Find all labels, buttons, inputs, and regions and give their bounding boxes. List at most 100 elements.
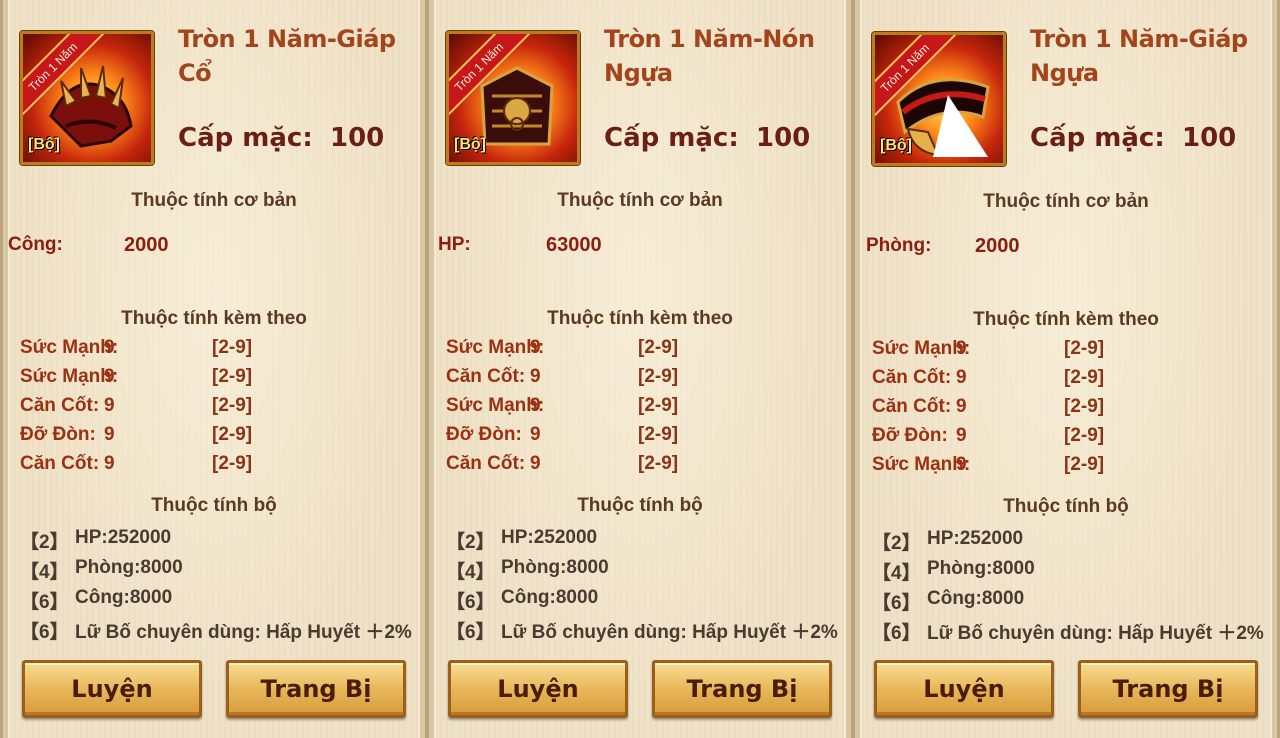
base-attributes-heading: Thuộc tính cơ bản: [131, 190, 297, 211]
set-tag: [Bộ]: [454, 136, 486, 153]
attribute-range: [2-9]: [212, 424, 253, 445]
attribute-range: [2-9]: [1064, 396, 1105, 417]
attribute-name: Đỡ Đòn:: [872, 425, 948, 446]
set-bonus-count: 【6】: [446, 622, 495, 643]
item-card-1: Tròn 1 Năm [Bộ] Tròn 1 Năm-Giáp Cổ Cấp m…: [0, 0, 428, 738]
horse-helmet-icon[interactable]: Tròn 1 Năm [Bộ]: [446, 31, 580, 165]
base-attribute-value: 63000: [546, 234, 602, 256]
set-bonus-text: Công:8000: [75, 587, 173, 608]
required-level-label: Cấp mặc:: [604, 123, 739, 153]
attribute-value: 9: [530, 337, 541, 358]
refine-button[interactable]: Luyện: [874, 660, 1054, 718]
set-attributes-heading: Thuộc tính bộ: [577, 495, 703, 516]
attribute-value: 9: [956, 425, 967, 446]
set-bonus-text: Công:8000: [927, 588, 1025, 609]
attribute-name: Đỡ Đòn:: [446, 424, 522, 445]
set-bonus-count: 【6】: [20, 622, 69, 643]
base-attribute-value: 2000: [975, 235, 1020, 257]
attribute-value: 9: [104, 453, 115, 474]
attribute-range: [2-9]: [212, 395, 253, 416]
base-attributes-heading: Thuộc tính cơ bản: [557, 190, 723, 211]
attribute-row: Căn Cốt: 9 [2-9]: [446, 366, 846, 394]
set-bonus-text: HP:252000: [75, 527, 172, 548]
equip-button[interactable]: Trang Bị: [1078, 660, 1258, 718]
set-bonus-text: Phòng:8000: [501, 557, 609, 578]
attribute-name: Căn Cốt:: [872, 367, 952, 388]
required-level-value: 100: [1182, 123, 1237, 153]
base-attribute-label: Công:: [8, 234, 63, 255]
attribute-row: Căn Cốt: 9 [2-9]: [20, 453, 420, 481]
attribute-range: [2-9]: [1064, 338, 1105, 359]
attribute-value: 9: [104, 337, 115, 358]
set-bonus-count: 【6】: [20, 592, 69, 613]
extra-attributes-heading: Thuộc tính kèm theo: [973, 309, 1159, 330]
set-bonus-text: HP:252000: [501, 527, 598, 548]
attribute-range: [2-9]: [1064, 454, 1105, 475]
set-bonus-count: 【4】: [20, 562, 69, 583]
refine-button[interactable]: Luyện: [448, 660, 628, 718]
set-bonus-text: Lữ Bố chuyên dùng: Hấp Huyết ＋2%: [501, 622, 838, 643]
armor-neck-icon[interactable]: Tròn 1 Năm [Bộ]: [20, 31, 154, 165]
set-bonus-count: 【6】: [872, 593, 921, 614]
required-level-label: Cấp mặc:: [178, 123, 313, 153]
required-level-label: Cấp mặc:: [1030, 123, 1165, 153]
attribute-row: Căn Cốt: 9 [2-9]: [20, 395, 420, 423]
set-bonus-count: 【6】: [446, 592, 495, 613]
attribute-range: [2-9]: [212, 337, 253, 358]
item-title: Tròn 1 Năm-Giáp Ngựa: [1030, 25, 1248, 87]
set-bonus-count: 【2】: [446, 532, 495, 553]
attribute-value: 9: [956, 338, 967, 359]
attribute-value: 9: [956, 396, 967, 417]
attribute-row: Sức Mạnh: 9 [2-9]: [446, 337, 846, 365]
equip-button[interactable]: Trang Bị: [226, 660, 406, 718]
horse-armor-icon[interactable]: Tròn 1 Năm [Bộ]: [872, 32, 1006, 166]
attribute-value: 9: [530, 453, 541, 474]
extra-attributes-heading: Thuộc tính kèm theo: [547, 308, 733, 329]
attribute-name: Căn Cốt:: [446, 366, 526, 387]
item-card-2: Tròn 1 Năm [Bộ] Tròn 1 Năm-Nón Ngựa Cấp …: [426, 0, 854, 738]
attribute-row: Sức Mạnh: 9 [2-9]: [20, 337, 420, 365]
attribute-row: Sức Mạnh: 9 [2-9]: [446, 395, 846, 423]
set-bonus-count: 【4】: [872, 563, 921, 584]
attribute-name: Căn Cốt:: [20, 395, 100, 416]
attribute-row: Sức Mạnh: 9 [2-9]: [20, 366, 420, 394]
set-tag: [Bộ]: [880, 137, 912, 154]
attribute-name: Đỡ Đòn:: [20, 424, 96, 445]
attribute-range: [2-9]: [1064, 367, 1105, 388]
equip-button[interactable]: Trang Bị: [652, 660, 832, 718]
attribute-row: Căn Cốt: 9 [2-9]: [872, 367, 1272, 395]
set-attributes-heading: Thuộc tính bộ: [1003, 496, 1129, 517]
item-card-3: Tròn 1 Năm [Bộ] Tròn 1 Năm-Giáp Ngựa Cấp…: [852, 0, 1280, 738]
attribute-row: Căn Cốt: 9 [2-9]: [446, 453, 846, 481]
set-bonus-text: Lữ Bố chuyên dùng: Hấp Huyết ＋2%: [75, 622, 412, 643]
attribute-name: Căn Cốt:: [446, 453, 526, 474]
attribute-range: [2-9]: [638, 337, 679, 358]
item-title: Tròn 1 Năm-Giáp Cổ: [178, 25, 396, 87]
attribute-range: [2-9]: [638, 453, 679, 474]
attribute-name: Căn Cốt:: [872, 396, 952, 417]
attribute-row: Đỡ Đòn: 9 [2-9]: [872, 425, 1272, 453]
attribute-value: 9: [104, 366, 115, 387]
set-bonus-count: 【2】: [872, 533, 921, 554]
attribute-value: 9: [530, 366, 541, 387]
attribute-value: 9: [530, 424, 541, 445]
base-attributes-heading: Thuộc tính cơ bản: [983, 191, 1149, 212]
attribute-range: [2-9]: [1064, 425, 1105, 446]
item-title: Tròn 1 Năm-Nón Ngựa: [604, 25, 815, 87]
attribute-value: 9: [530, 395, 541, 416]
attribute-range: [2-9]: [638, 366, 679, 387]
set-bonus-text: Lữ Bố chuyên dùng: Hấp Huyết ＋2%: [927, 623, 1264, 644]
set-attributes-heading: Thuộc tính bộ: [151, 495, 277, 516]
base-attribute-value: 2000: [124, 234, 169, 256]
attribute-value: 9: [956, 454, 967, 475]
attribute-range: [2-9]: [212, 366, 253, 387]
set-tag: [Bộ]: [28, 136, 60, 153]
attribute-row: Căn Cốt: 9 [2-9]: [872, 396, 1272, 424]
attribute-range: [2-9]: [638, 395, 679, 416]
base-attribute-label: HP:: [438, 234, 471, 255]
base-attribute-label: Phòng:: [866, 235, 932, 256]
attribute-row: Sức Mạnh: 9 [2-9]: [872, 338, 1272, 366]
refine-button[interactable]: Luyện: [22, 660, 202, 718]
attribute-name: Căn Cốt:: [20, 453, 100, 474]
set-bonus-count: 【2】: [20, 532, 69, 553]
